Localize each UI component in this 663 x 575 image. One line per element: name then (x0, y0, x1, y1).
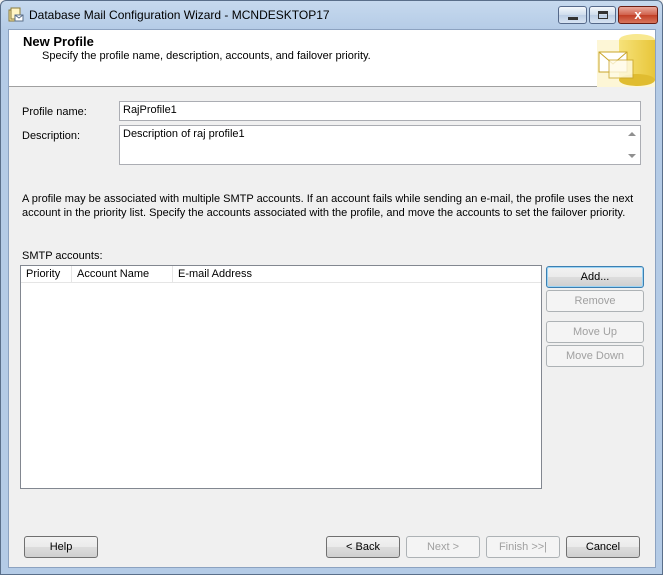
database-mail-icon (8, 7, 24, 23)
title-bar[interactable]: Database Mail Configuration Wizard - MCN… (1, 1, 662, 29)
smtp-list-header: Priority Account Name E-mail Address (21, 266, 541, 283)
minimize-icon (568, 17, 578, 20)
cancel-button[interactable]: Cancel (566, 536, 640, 558)
wizard-window: Database Mail Configuration Wizard - MCN… (0, 0, 663, 575)
page-subtitle: Specify the profile name, description, a… (42, 50, 371, 62)
smtp-accounts-list[interactable]: Priority Account Name E-mail Address (20, 265, 542, 489)
maximize-icon (598, 11, 608, 19)
info-line-1: A profile may be associated with multipl… (22, 193, 634, 205)
profile-name-label: Profile name: (22, 106, 87, 118)
wizard-client-area: New Profile Specify the profile name, de… (8, 29, 656, 568)
profile-name-value: RajProfile1 (123, 104, 177, 116)
back-button[interactable]: < Back (326, 536, 400, 558)
close-icon: x (634, 7, 642, 22)
description-scrollbar[interactable] (624, 126, 640, 164)
info-line-2: account in the priority list. Specify th… (22, 207, 626, 219)
move-down-button[interactable]: Move Down (546, 345, 644, 367)
minimize-button[interactable] (558, 6, 587, 24)
column-header-account-name[interactable]: Account Name (72, 266, 173, 283)
description-value: Description of raj profile1 (123, 128, 245, 140)
remove-button[interactable]: Remove (546, 290, 644, 312)
close-button[interactable]: x (618, 6, 658, 24)
wizard-banner-icon (597, 30, 655, 87)
finish-button[interactable]: Finish >>| (486, 536, 560, 558)
scroll-down-icon[interactable] (628, 154, 636, 158)
profile-name-input[interactable]: RajProfile1 (119, 101, 641, 121)
window-title: Database Mail Configuration Wizard - MCN… (29, 8, 330, 22)
page-title: New Profile (23, 34, 94, 49)
help-button[interactable]: Help (24, 536, 98, 558)
maximize-button[interactable] (589, 6, 616, 24)
column-header-priority[interactable]: Priority (21, 266, 72, 283)
next-button[interactable]: Next > (406, 536, 480, 558)
smtp-accounts-label: SMTP accounts: (22, 250, 103, 262)
description-textarea[interactable]: Description of raj profile1 (119, 125, 641, 165)
description-label: Description: (22, 130, 81, 142)
wizard-header: New Profile Specify the profile name, de… (9, 30, 655, 87)
column-header-email-address[interactable]: E-mail Address (173, 266, 541, 283)
move-up-button[interactable]: Move Up (546, 321, 644, 343)
add-button[interactable]: Add... (546, 266, 644, 288)
profile-info-text: A profile may be associated with multipl… (22, 192, 642, 220)
scroll-up-icon[interactable] (628, 132, 636, 136)
